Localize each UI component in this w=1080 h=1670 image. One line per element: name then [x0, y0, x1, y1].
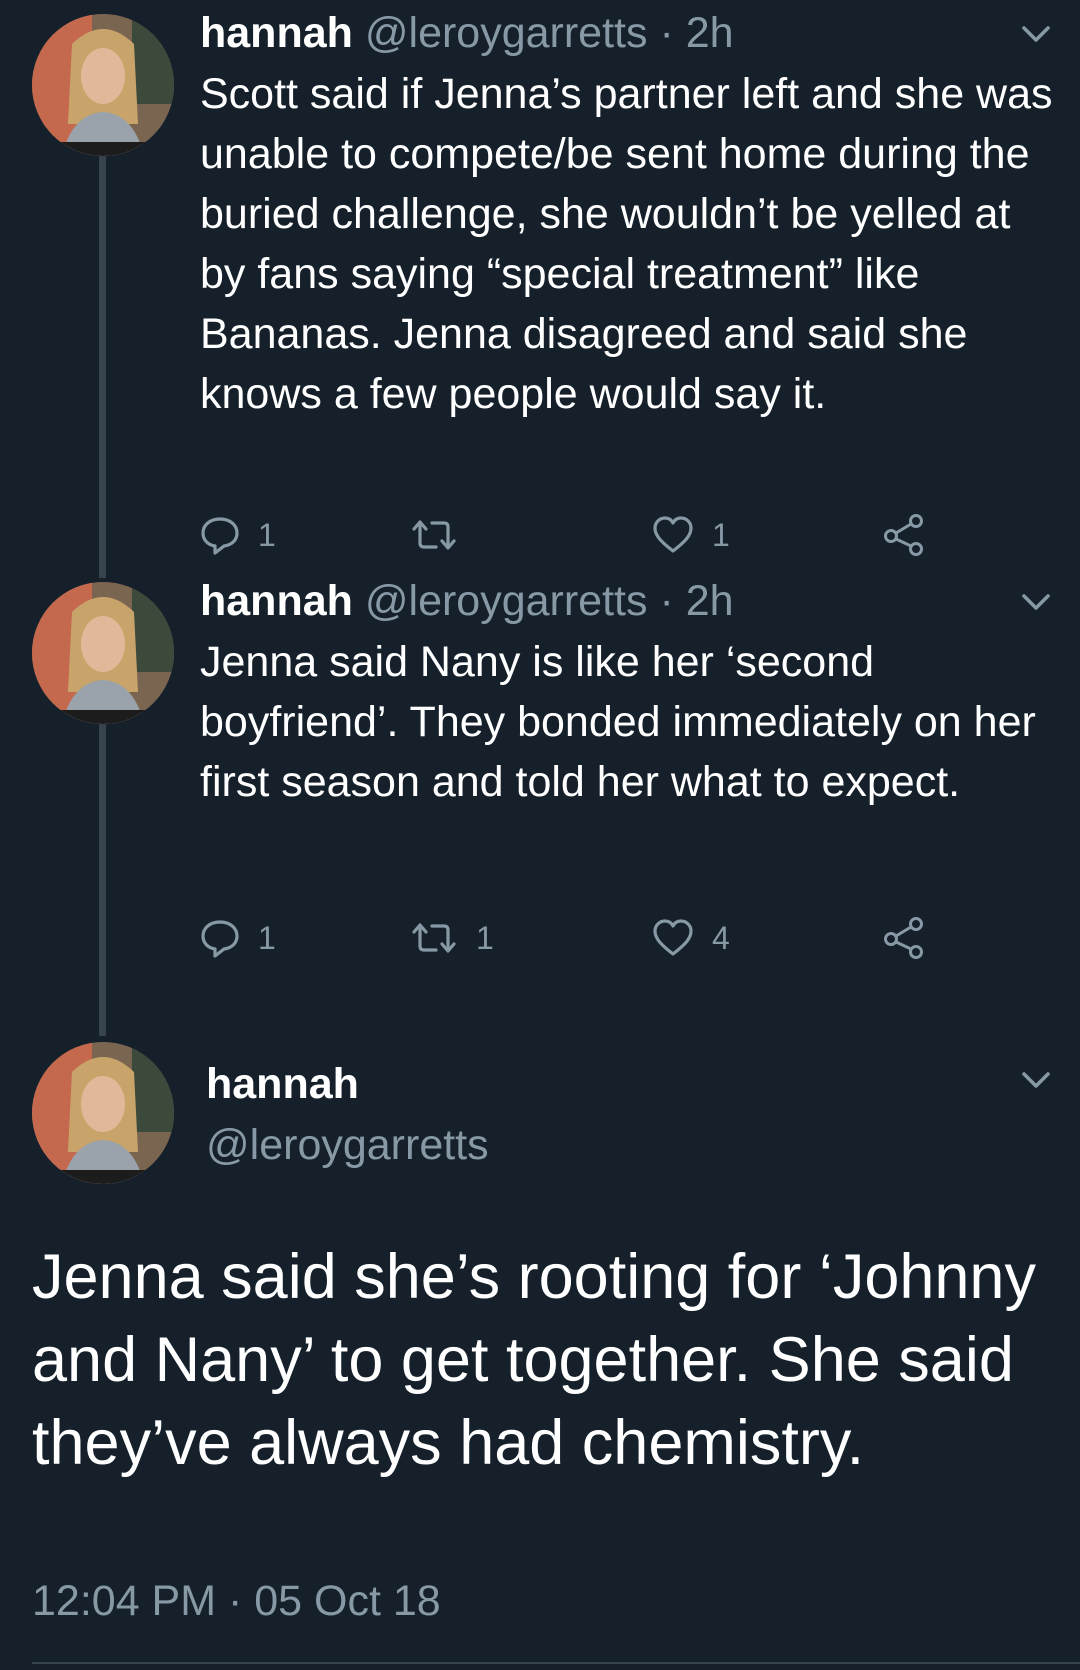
- chevron-down-icon[interactable]: [1018, 16, 1054, 52]
- heart-icon: [653, 919, 693, 956]
- heart-icon: [653, 516, 693, 553]
- retweet-count: 1: [476, 919, 494, 956]
- tweet-text: Scott said if Jenna’s partner left and s…: [200, 70, 1053, 418]
- thread-tweet[interactable]: hannah @leroygarretts · 2h Scott said if…: [0, 0, 1080, 580]
- tweet-header: hannah @leroygarretts · 2h: [200, 576, 734, 626]
- like-button[interactable]: 1: [652, 510, 730, 560]
- reply-button[interactable]: 1: [200, 510, 276, 560]
- user-handle[interactable]: @leroygarretts: [365, 9, 648, 57]
- share-button[interactable]: [882, 510, 944, 560]
- tweet-text: Jenna said Nany is like her ‘second boyf…: [200, 638, 1036, 806]
- chevron-down-icon[interactable]: [1018, 584, 1054, 620]
- separator-dot: ·: [659, 9, 674, 57]
- user-handle[interactable]: @leroygarretts: [365, 577, 648, 625]
- retweet-icon: [412, 923, 456, 953]
- separator-dot: ·: [659, 577, 674, 625]
- reply-count: 1: [258, 516, 276, 553]
- display-name[interactable]: hannah: [206, 1059, 359, 1109]
- share-button[interactable]: [882, 913, 944, 963]
- avatar[interactable]: [32, 1042, 174, 1184]
- relative-time[interactable]: 2h: [686, 577, 734, 625]
- tweet-header: hannah @leroygarretts · 2h: [200, 8, 734, 58]
- share-icon: [884, 514, 923, 556]
- retweet-button[interactable]: [410, 510, 476, 560]
- display-name[interactable]: hannah: [200, 577, 353, 625]
- divider: [32, 1662, 1080, 1664]
- display-name[interactable]: hannah: [200, 9, 353, 57]
- tweet-text: Jenna said she’s rooting for ‘Johnny and…: [32, 1242, 1036, 1478]
- like-count: 4: [712, 919, 730, 956]
- thread-tweet[interactable]: hannah @leroygarretts · 2h Jenna said Na…: [0, 577, 1080, 1020]
- like-count: 1: [712, 516, 730, 553]
- tweet-timestamp: 12:04 PM · 05 Oct 18: [32, 1577, 441, 1625]
- tweet-actions: 1 1: [200, 510, 960, 560]
- like-button[interactable]: 4: [652, 913, 730, 963]
- chevron-down-icon[interactable]: [1018, 1062, 1054, 1098]
- retweet-icon: [412, 520, 456, 550]
- retweet-button[interactable]: 1: [410, 913, 494, 963]
- tweet-actions: 1 1 4: [200, 913, 960, 963]
- reply-icon: [201, 920, 239, 958]
- focused-tweet: hannah @leroygarretts Jenna said she’s r…: [0, 1020, 1080, 1670]
- relative-time[interactable]: 2h: [686, 9, 734, 57]
- reply-count: 1: [258, 919, 276, 956]
- avatar[interactable]: [32, 14, 174, 156]
- share-icon: [884, 917, 923, 959]
- user-handle[interactable]: @leroygarretts: [206, 1120, 489, 1170]
- avatar[interactable]: [32, 582, 174, 724]
- reply-icon: [201, 517, 239, 555]
- reply-button[interactable]: 1: [200, 913, 276, 963]
